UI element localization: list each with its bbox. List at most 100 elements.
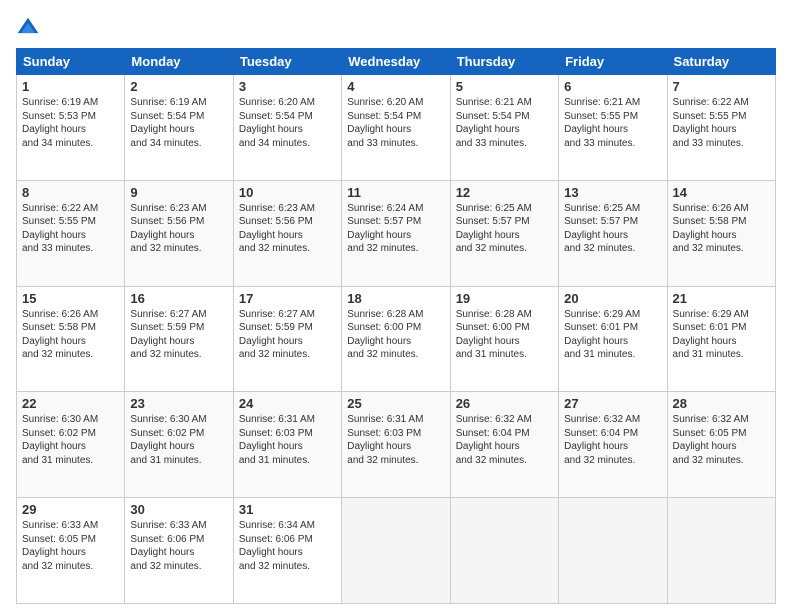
day-cell-9: 9 Sunrise: 6:23 AM Sunset: 5:56 PM Dayli… (125, 180, 233, 286)
day-cell-8: 8 Sunrise: 6:22 AM Sunset: 5:55 PM Dayli… (17, 180, 125, 286)
weekday-header-tuesday: Tuesday (233, 49, 341, 75)
day-cell-26: 26 Sunrise: 6:32 AM Sunset: 6:04 PM Dayl… (450, 392, 558, 498)
day-number: 15 (22, 291, 119, 306)
day-number: 10 (239, 185, 336, 200)
day-info: Sunrise: 6:31 AM Sunset: 6:03 PM Dayligh… (239, 413, 336, 467)
day-info: Sunrise: 6:20 AM Sunset: 5:54 PM Dayligh… (239, 96, 336, 150)
day-cell-27: 27 Sunrise: 6:32 AM Sunset: 6:04 PM Dayl… (559, 392, 667, 498)
day-number: 8 (22, 185, 119, 200)
weekday-header-friday: Friday (559, 49, 667, 75)
day-number: 13 (564, 185, 661, 200)
day-cell-19: 19 Sunrise: 6:28 AM Sunset: 6:00 PM Dayl… (450, 286, 558, 392)
day-number: 4 (347, 79, 444, 94)
day-info: Sunrise: 6:29 AM Sunset: 6:01 PM Dayligh… (564, 308, 661, 362)
day-number: 2 (130, 79, 227, 94)
day-info: Sunrise: 6:25 AM Sunset: 5:57 PM Dayligh… (564, 202, 661, 256)
day-cell-28: 28 Sunrise: 6:32 AM Sunset: 6:05 PM Dayl… (667, 392, 775, 498)
day-info: Sunrise: 6:28 AM Sunset: 6:00 PM Dayligh… (347, 308, 444, 362)
day-info: Sunrise: 6:26 AM Sunset: 5:58 PM Dayligh… (673, 202, 770, 256)
day-cell-23: 23 Sunrise: 6:30 AM Sunset: 6:02 PM Dayl… (125, 392, 233, 498)
day-cell-11: 11 Sunrise: 6:24 AM Sunset: 5:57 PM Dayl… (342, 180, 450, 286)
day-info: Sunrise: 6:26 AM Sunset: 5:58 PM Dayligh… (22, 308, 119, 362)
day-cell-1: 1 Sunrise: 6:19 AM Sunset: 5:53 PM Dayli… (17, 75, 125, 181)
day-cell-12: 12 Sunrise: 6:25 AM Sunset: 5:57 PM Dayl… (450, 180, 558, 286)
weekday-header-wednesday: Wednesday (342, 49, 450, 75)
day-number: 19 (456, 291, 553, 306)
day-info: Sunrise: 6:27 AM Sunset: 5:59 PM Dayligh… (239, 308, 336, 362)
day-cell-15: 15 Sunrise: 6:26 AM Sunset: 5:58 PM Dayl… (17, 286, 125, 392)
calendar-page: SundayMondayTuesdayWednesdayThursdayFrid… (0, 0, 792, 612)
weekday-header-sunday: Sunday (17, 49, 125, 75)
day-info: Sunrise: 6:32 AM Sunset: 6:05 PM Dayligh… (673, 413, 770, 467)
day-cell-30: 30 Sunrise: 6:33 AM Sunset: 6:06 PM Dayl… (125, 498, 233, 604)
day-info: Sunrise: 6:29 AM Sunset: 6:01 PM Dayligh… (673, 308, 770, 362)
day-info: Sunrise: 6:20 AM Sunset: 5:54 PM Dayligh… (347, 96, 444, 150)
day-cell-13: 13 Sunrise: 6:25 AM Sunset: 5:57 PM Dayl… (559, 180, 667, 286)
day-info: Sunrise: 6:24 AM Sunset: 5:57 PM Dayligh… (347, 202, 444, 256)
day-number: 3 (239, 79, 336, 94)
day-info: Sunrise: 6:27 AM Sunset: 5:59 PM Dayligh… (130, 308, 227, 362)
header (16, 16, 776, 40)
day-info: Sunrise: 6:28 AM Sunset: 6:00 PM Dayligh… (456, 308, 553, 362)
day-info: Sunrise: 6:31 AM Sunset: 6:03 PM Dayligh… (347, 413, 444, 467)
day-info: Sunrise: 6:23 AM Sunset: 5:56 PM Dayligh… (239, 202, 336, 256)
day-number: 23 (130, 396, 227, 411)
day-info: Sunrise: 6:19 AM Sunset: 5:54 PM Dayligh… (130, 96, 227, 150)
day-number: 7 (673, 79, 770, 94)
day-info: Sunrise: 6:22 AM Sunset: 5:55 PM Dayligh… (673, 96, 770, 150)
day-number: 28 (673, 396, 770, 411)
day-info: Sunrise: 6:32 AM Sunset: 6:04 PM Dayligh… (564, 413, 661, 467)
day-info: Sunrise: 6:33 AM Sunset: 6:06 PM Dayligh… (130, 519, 227, 573)
day-number: 21 (673, 291, 770, 306)
day-cell-16: 16 Sunrise: 6:27 AM Sunset: 5:59 PM Dayl… (125, 286, 233, 392)
weekday-header-thursday: Thursday (450, 49, 558, 75)
day-cell-20: 20 Sunrise: 6:29 AM Sunset: 6:01 PM Dayl… (559, 286, 667, 392)
day-number: 9 (130, 185, 227, 200)
weekday-header-saturday: Saturday (667, 49, 775, 75)
day-cell-24: 24 Sunrise: 6:31 AM Sunset: 6:03 PM Dayl… (233, 392, 341, 498)
day-number: 12 (456, 185, 553, 200)
calendar-table: SundayMondayTuesdayWednesdayThursdayFrid… (16, 48, 776, 604)
week-row-1: 1 Sunrise: 6:19 AM Sunset: 5:53 PM Dayli… (17, 75, 776, 181)
day-cell-21: 21 Sunrise: 6:29 AM Sunset: 6:01 PM Dayl… (667, 286, 775, 392)
day-cell-5: 5 Sunrise: 6:21 AM Sunset: 5:54 PM Dayli… (450, 75, 558, 181)
day-cell-18: 18 Sunrise: 6:28 AM Sunset: 6:00 PM Dayl… (342, 286, 450, 392)
day-cell-31: 31 Sunrise: 6:34 AM Sunset: 6:06 PM Dayl… (233, 498, 341, 604)
day-number: 22 (22, 396, 119, 411)
weekday-header-monday: Monday (125, 49, 233, 75)
day-number: 18 (347, 291, 444, 306)
logo-icon (16, 16, 40, 40)
empty-cell (559, 498, 667, 604)
day-info: Sunrise: 6:19 AM Sunset: 5:53 PM Dayligh… (22, 96, 119, 150)
weekday-header-row: SundayMondayTuesdayWednesdayThursdayFrid… (17, 49, 776, 75)
day-cell-3: 3 Sunrise: 6:20 AM Sunset: 5:54 PM Dayli… (233, 75, 341, 181)
day-cell-2: 2 Sunrise: 6:19 AM Sunset: 5:54 PM Dayli… (125, 75, 233, 181)
day-number: 1 (22, 79, 119, 94)
week-row-4: 22 Sunrise: 6:30 AM Sunset: 6:02 PM Dayl… (17, 392, 776, 498)
day-cell-25: 25 Sunrise: 6:31 AM Sunset: 6:03 PM Dayl… (342, 392, 450, 498)
day-number: 25 (347, 396, 444, 411)
day-number: 30 (130, 502, 227, 517)
day-info: Sunrise: 6:34 AM Sunset: 6:06 PM Dayligh… (239, 519, 336, 573)
day-number: 26 (456, 396, 553, 411)
day-cell-6: 6 Sunrise: 6:21 AM Sunset: 5:55 PM Dayli… (559, 75, 667, 181)
day-info: Sunrise: 6:30 AM Sunset: 6:02 PM Dayligh… (130, 413, 227, 467)
day-info: Sunrise: 6:33 AM Sunset: 6:05 PM Dayligh… (22, 519, 119, 573)
week-row-5: 29 Sunrise: 6:33 AM Sunset: 6:05 PM Dayl… (17, 498, 776, 604)
day-number: 16 (130, 291, 227, 306)
logo (16, 16, 44, 40)
day-number: 24 (239, 396, 336, 411)
day-number: 31 (239, 502, 336, 517)
day-cell-7: 7 Sunrise: 6:22 AM Sunset: 5:55 PM Dayli… (667, 75, 775, 181)
day-cell-17: 17 Sunrise: 6:27 AM Sunset: 5:59 PM Dayl… (233, 286, 341, 392)
day-info: Sunrise: 6:25 AM Sunset: 5:57 PM Dayligh… (456, 202, 553, 256)
day-info: Sunrise: 6:30 AM Sunset: 6:02 PM Dayligh… (22, 413, 119, 467)
day-cell-4: 4 Sunrise: 6:20 AM Sunset: 5:54 PM Dayli… (342, 75, 450, 181)
day-number: 17 (239, 291, 336, 306)
empty-cell (667, 498, 775, 604)
empty-cell (342, 498, 450, 604)
day-cell-14: 14 Sunrise: 6:26 AM Sunset: 5:58 PM Dayl… (667, 180, 775, 286)
day-info: Sunrise: 6:21 AM Sunset: 5:55 PM Dayligh… (564, 96, 661, 150)
day-number: 6 (564, 79, 661, 94)
day-number: 20 (564, 291, 661, 306)
